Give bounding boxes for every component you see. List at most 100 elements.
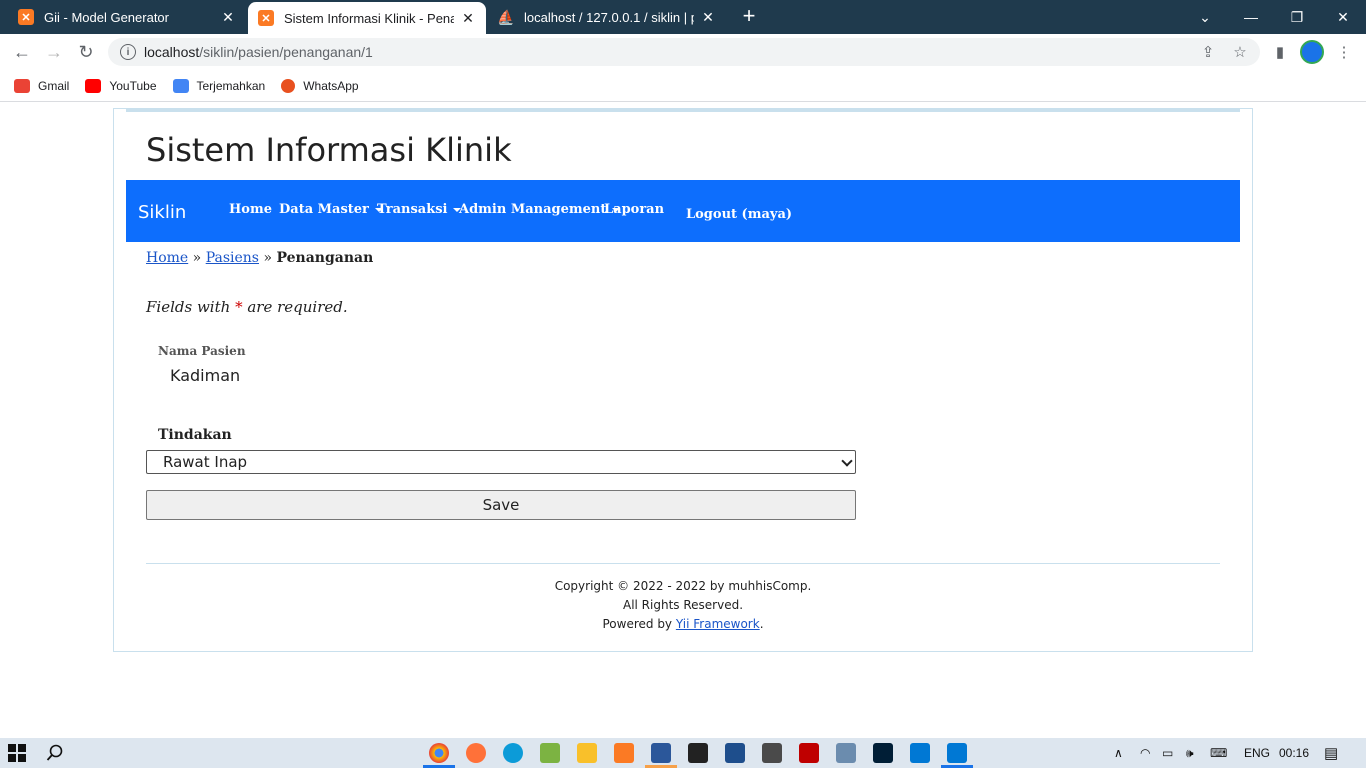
site-info-icon[interactable]: i: [120, 44, 136, 60]
nav-label: Home: [229, 202, 272, 217]
tab-phpmyadmin[interactable]: ⛵ localhost / 127.0.0.1 / siklin | php ✕: [488, 0, 726, 34]
battery-icon[interactable]: ▭: [1162, 738, 1173, 768]
forward-icon[interactable]: →: [42, 40, 66, 64]
nav-label: Data Master: [279, 202, 369, 217]
profile-avatar[interactable]: [1300, 40, 1324, 64]
edge-taskbar-icon[interactable]: [503, 743, 523, 763]
tindakan-select[interactable]: Rawat Inap: [146, 450, 856, 474]
share-icon[interactable]: ⇪: [1196, 40, 1220, 64]
close-tab-icon[interactable]: ✕: [460, 10, 476, 27]
tab-title: Sistem Informasi Klinik - Penanga: [284, 10, 454, 26]
vscode-taskbar-icon[interactable]: [947, 743, 967, 763]
bookmarks-bar: Gmail YouTube Terjemahkan WhatsApp: [0, 70, 1366, 102]
notepad-taskbar-icon[interactable]: [540, 743, 560, 763]
nav-label: Laporan: [604, 202, 665, 217]
nav-label: Admin Management: [459, 202, 607, 217]
nav-home[interactable]: Home: [229, 202, 272, 217]
required-star: *: [235, 298, 243, 316]
note-suffix: are required.: [247, 298, 348, 316]
footer-powered-by: Powered by Yii Framework.: [114, 615, 1252, 634]
url-host: localhost: [144, 44, 200, 60]
nav-data-master[interactable]: Data Master: [279, 202, 383, 217]
new-tab-icon[interactable]: +: [738, 5, 760, 27]
tab-gii-model-generator[interactable]: ✕ Gii - Model Generator ✕: [8, 0, 246, 34]
word-taskbar-icon[interactable]: [651, 743, 671, 763]
back-icon[interactable]: ←: [10, 40, 34, 64]
chevron-down-icon: [841, 455, 853, 467]
windows-taskbar: ∧ ◠ ▭ 🕪 ⌨ ENG 00:16 ▤: [0, 738, 1366, 768]
tab-sistem-informasi-klinik[interactable]: ✕ Sistem Informasi Klinik - Penanga ✕: [248, 2, 486, 34]
site-title: Sistem Informasi Klinik: [146, 131, 512, 169]
breadcrumb-current: Penanganan: [276, 250, 374, 266]
close-tab-icon[interactable]: ✕: [700, 9, 716, 26]
sublime-taskbar-icon[interactable]: [762, 743, 782, 763]
bookmark-terjemahkan[interactable]: Terjemahkan: [172, 78, 265, 93]
bookmark-star-icon[interactable]: ☆: [1228, 40, 1252, 64]
nav-logout[interactable]: Logout (maya): [686, 207, 792, 222]
wifi-icon[interactable]: ◠: [1140, 738, 1150, 768]
breadcrumb-separator: »: [192, 250, 202, 266]
bookmark-youtube[interactable]: YouTube: [85, 78, 157, 93]
save-button[interactable]: Save: [146, 490, 856, 520]
breadcrumb-pasiens-link[interactable]: Pasiens: [206, 250, 259, 266]
terminal-taskbar-icon[interactable]: [688, 743, 708, 763]
volume-icon[interactable]: 🕪: [1186, 738, 1194, 768]
keyboard-icon[interactable]: ⌨: [1210, 738, 1227, 768]
nav-laporan[interactable]: Laporan: [604, 202, 664, 217]
url-bar[interactable]: i localhost/siklin/pasien/penanganan/1: [108, 38, 1260, 66]
navbar-brand[interactable]: Siklin: [138, 202, 186, 223]
virtualbox-taskbar-icon[interactable]: [836, 743, 856, 763]
side-panel-icon[interactable]: ▮: [1268, 40, 1292, 64]
firefox-taskbar-icon[interactable]: [466, 743, 486, 763]
powered-by-period: .: [759, 617, 764, 631]
breadcrumb: Home » Pasiens » Penanganan: [146, 250, 373, 266]
photoshop-taskbar-icon[interactable]: [873, 743, 893, 763]
file-explorer-taskbar-icon[interactable]: [577, 743, 597, 763]
footer-divider: [146, 563, 1220, 564]
yii-framework-link[interactable]: Yii Framework: [676, 617, 760, 631]
filezilla-taskbar-icon[interactable]: [799, 743, 819, 763]
main-navbar: Siklin Home Data Master Transaksi Admin …: [126, 180, 1240, 242]
bookmark-whatsapp[interactable]: WhatsApp: [281, 78, 359, 93]
footer-rights: All Rights Reserved.: [622, 598, 744, 612]
nav-transaksi[interactable]: Transaksi: [377, 202, 462, 217]
language-indicator[interactable]: ENG: [1244, 738, 1270, 768]
chrome-taskbar-icon[interactable]: [429, 743, 449, 763]
address-toolbar: ← → ↻ i localhost/siklin/pasien/penangan…: [0, 34, 1366, 70]
vscode-taskbar-icon[interactable]: [910, 743, 930, 763]
whatsapp-icon: [281, 78, 296, 93]
close-window-icon[interactable]: ✕: [1320, 0, 1366, 34]
tab-search-icon[interactable]: ⌄: [1182, 0, 1228, 34]
youtube-icon: [85, 78, 102, 93]
restore-icon[interactable]: ❐: [1274, 0, 1320, 34]
windows-start-icon[interactable]: [8, 744, 26, 762]
url-text[interactable]: localhost/siklin/pasien/penanganan/1: [144, 44, 373, 60]
minimize-icon[interactable]: —: [1228, 0, 1274, 34]
bookmark-label: Gmail: [38, 78, 70, 93]
url-path: /siklin/pasien/penanganan/1: [199, 44, 373, 60]
nama-pasien-label: Nama Pasien: [158, 344, 246, 358]
nav-label: Transaksi: [377, 202, 448, 217]
phpmyadmin-icon: ⛵: [497, 8, 515, 25]
browser-tab-strip: ✕ Gii - Model Generator ✕ ✕ Sistem Infor…: [0, 0, 1366, 34]
app-taskbar-icon[interactable]: [725, 743, 745, 763]
google-translate-icon: [172, 78, 189, 93]
reload-icon[interactable]: ↻: [74, 40, 98, 64]
powered-by-text: Powered by: [602, 617, 673, 631]
tindakan-label: Tindakan: [158, 427, 232, 443]
menu-dots-icon[interactable]: ⋮: [1332, 40, 1356, 64]
close-tab-icon[interactable]: ✕: [220, 9, 236, 26]
page-top-border: [126, 109, 1240, 112]
nama-pasien-value: Kadiman: [170, 366, 241, 385]
required-fields-note: Fields with * are required.: [146, 298, 348, 316]
nav-admin-management[interactable]: Admin Management: [459, 202, 621, 217]
bookmark-gmail[interactable]: Gmail: [14, 78, 70, 93]
notification-icon[interactable]: ▤: [1324, 738, 1338, 768]
search-icon[interactable]: [46, 744, 64, 762]
clock[interactable]: 00:16: [1279, 738, 1309, 768]
xampp-taskbar-icon[interactable]: [614, 743, 634, 763]
show-hidden-icons-icon[interactable]: ∧: [1114, 738, 1123, 768]
breadcrumb-home-link[interactable]: Home: [146, 250, 188, 266]
footer-copyright: Copyright © 2022 - 2022 by muhhisComp.: [554, 579, 812, 593]
page-container: Sistem Informasi Klinik Siklin Home Data…: [113, 108, 1253, 652]
